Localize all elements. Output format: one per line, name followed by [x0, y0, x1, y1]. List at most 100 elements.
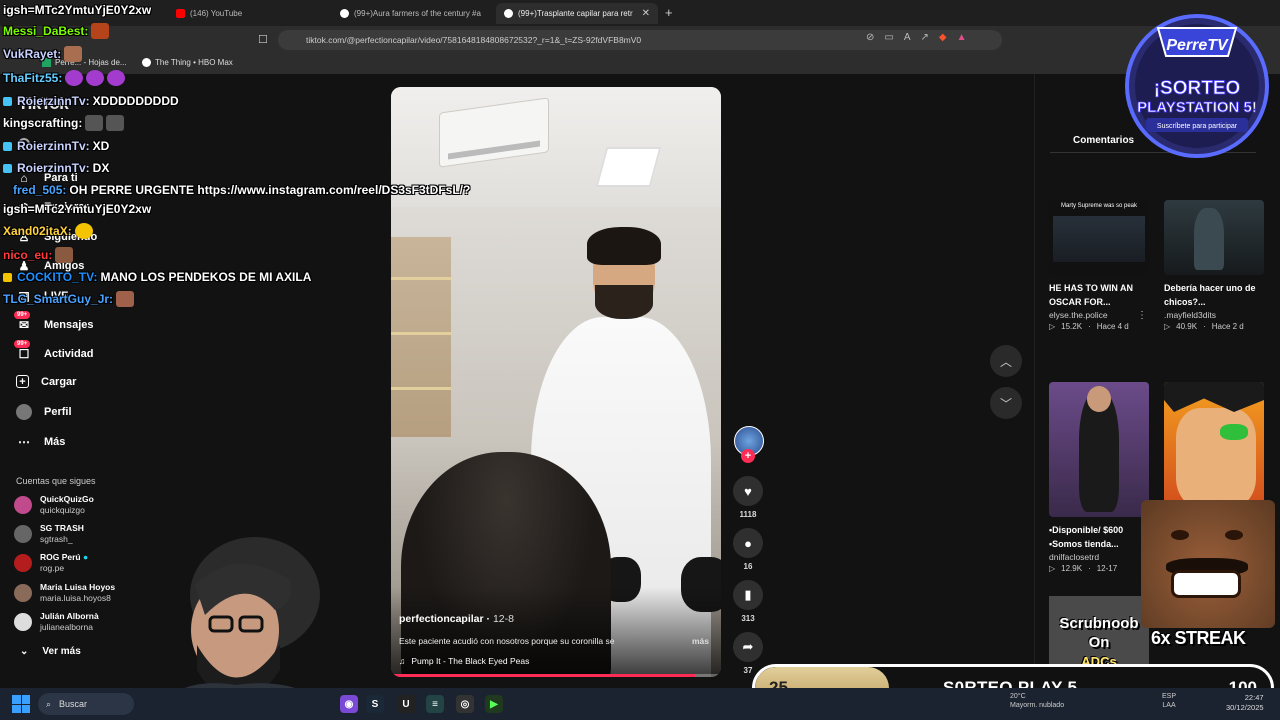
sidebar-item-mensajes[interactable]: ✉ 99+ Mensajes — [14, 311, 94, 333]
video-thumbnail — [1164, 382, 1264, 517]
card-time: Hace 2 d — [1211, 322, 1244, 331]
previous-video-button[interactable]: ︿ — [990, 345, 1022, 377]
comment-icon: ● — [733, 528, 763, 558]
weather-temp: 20°C — [1010, 693, 1026, 700]
taskbar-search[interactable]: ⌕ Buscar — [38, 693, 134, 715]
card-author: .mayfield3dits — [1164, 310, 1216, 320]
recommended-video-card[interactable]: Marty Supreme was so peak HE HAS TO WIN … — [1049, 200, 1149, 331]
sidebar-item-explorar[interactable]: ◎ Explorar — [16, 199, 89, 215]
card-author: dnilfaclosetrd — [1049, 552, 1100, 562]
rewards-icon[interactable]: ▲ — [957, 32, 967, 43]
video-music[interactable]: ♫ Pump It - The Black Eyed Peas — [399, 656, 529, 666]
tiktok-icon — [504, 9, 513, 18]
logo-title: PerreTV — [1166, 37, 1229, 54]
following-item[interactable]: Julián Albornà julianealborna — [14, 611, 99, 633]
translate-icon[interactable]: A — [904, 32, 911, 43]
close-tab-icon[interactable]: ✕ — [642, 8, 650, 19]
sidebar-item-siguiendo[interactable]: ♙ Siguiendo — [16, 229, 98, 245]
taskbar-app-icon[interactable]: ≡ — [426, 695, 444, 713]
thumbnail-caption: Marty Supreme was so peak — [1060, 203, 1138, 209]
following-item[interactable]: ROG Perú ● rog.pe — [14, 552, 88, 574]
sidebar-item-label: Mensajes — [44, 319, 94, 331]
comment-button[interactable]: ● 16 — [733, 528, 763, 571]
see-more-button[interactable]: ⌄ Ver más — [20, 646, 81, 657]
save-button[interactable]: ▮ 313 — [733, 580, 763, 623]
friends-icon: ♟ — [18, 259, 30, 273]
following-item[interactable]: SG TRASH sgtrash_ — [14, 523, 84, 545]
caption-more-button[interactable]: más — [692, 636, 709, 646]
logo-line-2: PLAYSTATION 5! — [1137, 99, 1257, 116]
weather-widget[interactable]: 20°C Mayorm. nublado — [1010, 692, 1064, 710]
sidebar-item-cargar[interactable]: + Cargar — [16, 375, 76, 388]
new-tab-button[interactable]: + — [665, 5, 673, 20]
following-section-title: Cuentas que sigues — [16, 476, 96, 486]
tab-youtube[interactable]: (146) YouTube — [168, 3, 328, 24]
steam-icon[interactable]: S — [366, 695, 384, 713]
video-thumbnail: Marty Supreme was so peak — [1049, 200, 1149, 275]
share-icon[interactable]: ↗ — [921, 32, 929, 43]
search-icon[interactable] — [18, 138, 30, 150]
like-button[interactable]: ♥ 1118 — [733, 476, 763, 519]
next-video-button[interactable]: ﹀ — [990, 387, 1022, 419]
recommended-video-card[interactable]: •Disponible/ $600 •Somos tienda... dnilf… — [1049, 382, 1149, 573]
account-handle: quickquizgo — [40, 505, 85, 515]
sidebar-item-label: Para ti — [44, 172, 78, 184]
save-count: 313 — [741, 614, 755, 623]
account-handle: sgtrash_ — [40, 534, 73, 544]
sidebar-item-actividad[interactable]: ☐ 99+ Actividad — [14, 340, 94, 362]
video-caption: Este paciente acudió con nosotros porque… — [399, 636, 615, 646]
taskbar-app-icon[interactable]: ◉ — [340, 695, 358, 713]
video-author[interactable]: perfectioncapilar · 12-8 — [399, 613, 514, 625]
taskbar-clock[interactable]: 22:47 30/12/2025 — [1226, 693, 1264, 713]
bookmark-icon[interactable]: ☐ — [258, 33, 268, 46]
taskbar-app-icon[interactable]: ▶ — [485, 695, 503, 713]
share-button[interactable]: ➦ 37 — [733, 632, 763, 675]
following-item[interactable]: QuickQuizGo quickquizgo — [14, 494, 94, 516]
bookmark-hbo[interactable]: The Thing • HBO Max — [142, 58, 233, 67]
video-player[interactable]: perfectioncapilar · 12-8 Este paciente a… — [391, 87, 721, 677]
tab-tiktok-aura[interactable]: (99+)Aura farmers of the century #a — [332, 3, 492, 24]
sidebar-item-para-ti[interactable]: ⌂ Para ti — [16, 170, 78, 186]
recommended-video-card[interactable] — [1164, 382, 1264, 517]
bookmark-sheets[interactable]: Perre... - Hojas de... — [42, 58, 127, 67]
tiktok-logo[interactable]: TikTok — [18, 94, 69, 114]
sidebar-item-live[interactable]: ▣ LIVE — [16, 288, 68, 304]
message-icon: ✉ 99+ — [14, 311, 32, 333]
share-arrow-icon: ➦ — [733, 632, 763, 662]
sidebar-item-perfil[interactable]: Perfil — [16, 404, 72, 420]
taskbar-app-u-icon[interactable]: U — [397, 695, 415, 713]
sidebar-item-mas[interactable]: ⋯ Más — [16, 434, 65, 450]
like-count: 1118 — [739, 510, 757, 519]
card-views: 12.9K — [1061, 564, 1083, 573]
screen-icon[interactable]: ▭ — [884, 32, 893, 43]
overlay-meme-face — [1141, 500, 1275, 628]
video-frame-shelf — [391, 237, 451, 437]
following-icon: ♙ — [18, 230, 30, 244]
compass-icon: ◎ — [18, 200, 30, 214]
logo-subtitle: Suscríbete para participar — [1157, 123, 1238, 130]
play-count-icon: ▷ — [1049, 564, 1056, 573]
card-views: 15.2K — [1061, 322, 1083, 331]
tab-label: (146) YouTube — [190, 9, 243, 18]
account-handle: rog.pe — [40, 563, 65, 573]
screen: (146) YouTube (99+)Aura farmers of the c… — [0, 0, 1280, 720]
taskbar-app-icon[interactable]: ◎ — [456, 695, 474, 713]
windows-start-icon[interactable] — [12, 695, 30, 713]
card-meta: ▷ 40.9K · Hace 2 d — [1164, 322, 1244, 331]
account-name: SG TRASH — [40, 523, 84, 533]
video-progress-bar[interactable] — [391, 674, 721, 677]
brave-shield-icon[interactable]: ◆ — [939, 32, 947, 43]
sidebar-item-amigos[interactable]: ♟ Amigos — [16, 258, 85, 274]
recommended-video-card[interactable]: Debería hacer uno de chicos?... .mayfiel… — [1164, 200, 1264, 331]
tab-tiktok-trasplante[interactable]: (99+)Trasplante capilar para retr ✕ — [496, 3, 658, 24]
reader-icon[interactable]: ⊘ — [866, 32, 874, 43]
search-icon: ⌕ — [46, 698, 52, 709]
video-frame-ceiling-light — [595, 147, 662, 187]
video-progress-fill — [391, 674, 695, 677]
language-indicator[interactable]: ESP LAA — [1162, 692, 1176, 710]
following-item[interactable]: Maria Luisa Hoyos maria.luisa.hoyos8 — [14, 582, 115, 604]
follow-plus-icon[interactable]: + — [741, 449, 755, 463]
chevron-up-icon: ︿ — [999, 354, 1012, 369]
more-options-icon[interactable]: ⋮ — [1137, 310, 1147, 321]
overlay-scrub-text: Scrubnoob — [1059, 615, 1139, 632]
